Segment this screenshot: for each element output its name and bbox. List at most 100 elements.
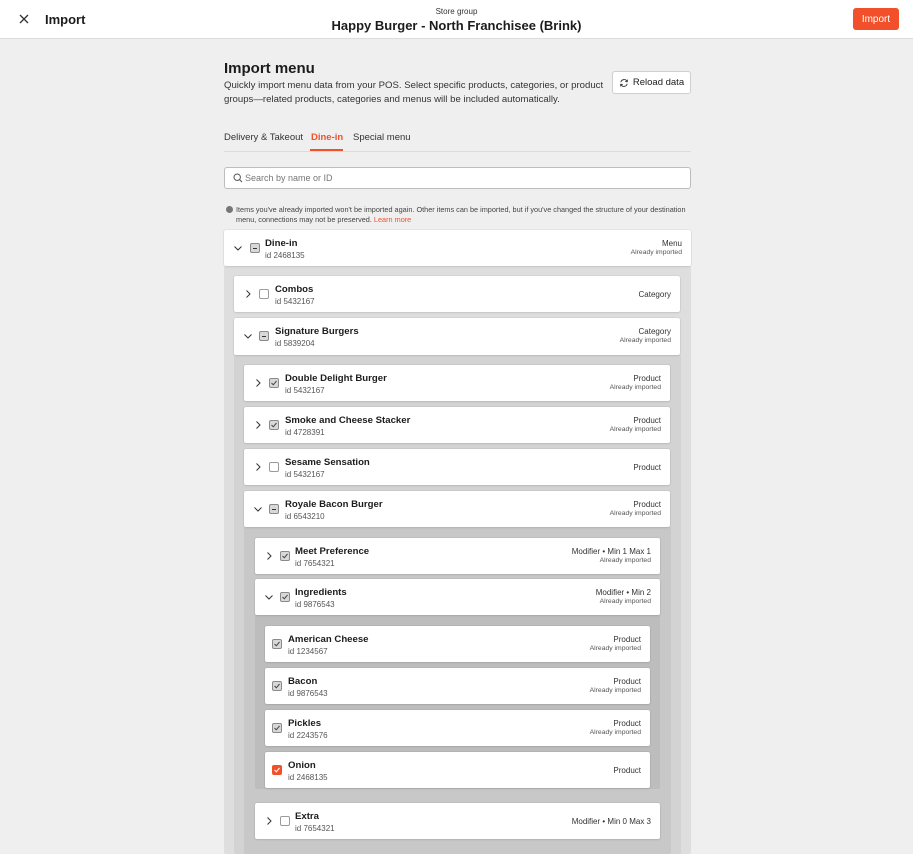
node-id: id 6543210	[285, 512, 325, 521]
tree-node-signature-burgers[interactable]: Signature Burgers id 5839204 Category Al…	[234, 318, 680, 355]
check-icon	[274, 767, 280, 773]
check-icon	[271, 380, 277, 386]
node-name: Sesame Sensation	[285, 457, 370, 468]
checkbox[interactable]	[259, 289, 269, 299]
checkbox-checked[interactable]	[269, 378, 279, 388]
node-id: id 7654321	[295, 824, 335, 833]
node-type: Product	[613, 766, 641, 775]
search-box	[224, 167, 691, 189]
chevron-down-icon[interactable]	[233, 243, 243, 253]
check-icon	[271, 422, 277, 428]
checkbox-checked[interactable]	[272, 723, 282, 733]
node-status: Already imported	[619, 337, 671, 344]
tree-node-pickles[interactable]: Pickles id 2243576 Product Already impor…	[265, 710, 650, 746]
tree-node-meet-preference[interactable]: Meet Preference id 7654321 Modifier • Mi…	[255, 538, 660, 574]
tree-node-dine-in[interactable]: Dine-in id 2468135 Menu Already imported	[224, 230, 691, 266]
import-button[interactable]: Import	[853, 8, 899, 30]
learn-more-link[interactable]: Learn more	[374, 215, 411, 224]
active-tab-indicator	[310, 149, 343, 151]
node-type: Product	[613, 719, 641, 728]
tab-dine-in[interactable]: Dine-in	[311, 132, 343, 143]
checkbox-checked[interactable]	[269, 420, 279, 430]
info-text: Items you've already imported won't be i…	[236, 205, 686, 224]
check-icon	[274, 683, 280, 689]
tree-node-combos[interactable]: Combos id 5432167 Category	[234, 276, 680, 312]
node-type: Product	[613, 635, 641, 644]
node-type: Category	[638, 290, 671, 299]
tree-node-smoke-and-cheese-stacker[interactable]: Smoke and Cheese Stacker id 4728391 Prod…	[244, 407, 670, 443]
node-name: Pickles	[288, 718, 322, 729]
tree-node-extra[interactable]: Extra id 7654321 Modifier • Min 0 Max 3	[255, 803, 660, 839]
tree-node-onion[interactable]: Onion id 2468135 Product	[265, 752, 650, 788]
store-group-name: Happy Burger - North Franchisee (Brink)	[331, 18, 582, 33]
node-name: Bacon	[288, 676, 318, 687]
checkbox-checked[interactable]	[280, 551, 290, 561]
chevron-right-icon[interactable]	[264, 816, 274, 826]
tree-node-royale-bacon-burger[interactable]: Royale Bacon Burger id 6543210 Product A…	[244, 491, 670, 527]
node-name: Combos	[275, 284, 314, 295]
chevron-down-icon[interactable]	[264, 592, 274, 602]
checkbox-mixed[interactable]	[269, 504, 279, 514]
chevron-down-icon[interactable]	[253, 504, 263, 514]
tree-node-ingredients[interactable]: Ingredients id 9876543 Modifier • Min 2 …	[255, 579, 660, 615]
search-input[interactable]	[245, 170, 675, 186]
node-type: Modifier • Min 1 Max 1	[571, 547, 651, 556]
tab-delivery-takeout[interactable]: Delivery & Takeout	[224, 132, 303, 143]
node-status: Already imported	[589, 645, 641, 652]
node-name: Onion	[288, 760, 316, 771]
chevron-right-icon[interactable]	[264, 551, 274, 561]
chevron-down-icon[interactable]	[243, 331, 253, 341]
checkbox-checked[interactable]	[272, 681, 282, 691]
section-description: Quickly import menu data from your POS. …	[224, 80, 604, 105]
checkbox-checked[interactable]	[280, 592, 290, 602]
node-id: id 2243576	[288, 731, 328, 740]
check-icon	[274, 641, 280, 647]
node-id: id 2468135	[288, 773, 328, 782]
node-id: id 5432167	[285, 386, 325, 395]
tree-node-double-delight-burger[interactable]: Double Delight Burger id 5432167 Product…	[244, 365, 670, 401]
tree-node-american-cheese[interactable]: American Cheese id 1234567 Product Alrea…	[265, 626, 650, 662]
node-status: Already imported	[609, 384, 661, 391]
node-id: id 4728391	[285, 428, 325, 437]
node-id: id 7654321	[295, 559, 335, 568]
node-name: Meet Preference	[295, 546, 370, 557]
chevron-right-icon[interactable]	[253, 420, 263, 430]
checkbox[interactable]	[280, 816, 290, 826]
check-icon	[282, 553, 288, 559]
node-type: Menu	[661, 239, 682, 248]
tab-special-menu[interactable]: Special menu	[353, 132, 411, 143]
checkbox-mixed[interactable]	[259, 331, 269, 341]
node-status: Already imported	[609, 510, 661, 517]
tree-node-bacon[interactable]: Bacon id 9876543 Product Already importe…	[265, 668, 650, 704]
checkbox[interactable]	[269, 462, 279, 472]
node-type: Product	[633, 416, 661, 425]
node-id: id 9876543	[288, 689, 328, 698]
info-icon	[226, 206, 233, 213]
node-status: Already imported	[589, 687, 641, 694]
tree-node-sesame-sensation[interactable]: Sesame Sensation id 5432167 Product	[244, 449, 670, 485]
checkbox-checked[interactable]	[272, 639, 282, 649]
chevron-right-icon[interactable]	[253, 462, 263, 472]
node-status: Already imported	[609, 426, 661, 433]
node-type: Modifier • Min 2	[595, 588, 651, 597]
checkbox-selected[interactable]	[272, 765, 282, 775]
menu-tabs: Delivery & Takeout Dine-in Special menu	[224, 128, 691, 152]
import-info-note: Items you've already imported won't be i…	[224, 205, 691, 225]
close-icon[interactable]	[16, 11, 32, 27]
node-name: Smoke and Cheese Stacker	[285, 415, 411, 426]
node-type: Category	[638, 327, 671, 336]
check-icon	[274, 725, 280, 731]
node-id: id 9876543	[295, 600, 335, 609]
node-name: Extra	[295, 811, 319, 822]
checkbox-mixed[interactable]	[250, 243, 260, 253]
node-id: id 5432167	[275, 297, 315, 306]
node-type: Modifier • Min 0 Max 3	[571, 817, 651, 826]
chevron-right-icon[interactable]	[243, 289, 253, 299]
node-type: Product	[633, 500, 661, 509]
node-id: id 2468135	[265, 251, 305, 260]
chevron-right-icon[interactable]	[253, 378, 263, 388]
node-id: id 1234567	[288, 647, 328, 656]
node-name: Dine-in	[265, 238, 298, 249]
node-status: Already imported	[599, 557, 651, 564]
reload-data-button[interactable]: Reload data	[612, 71, 691, 94]
